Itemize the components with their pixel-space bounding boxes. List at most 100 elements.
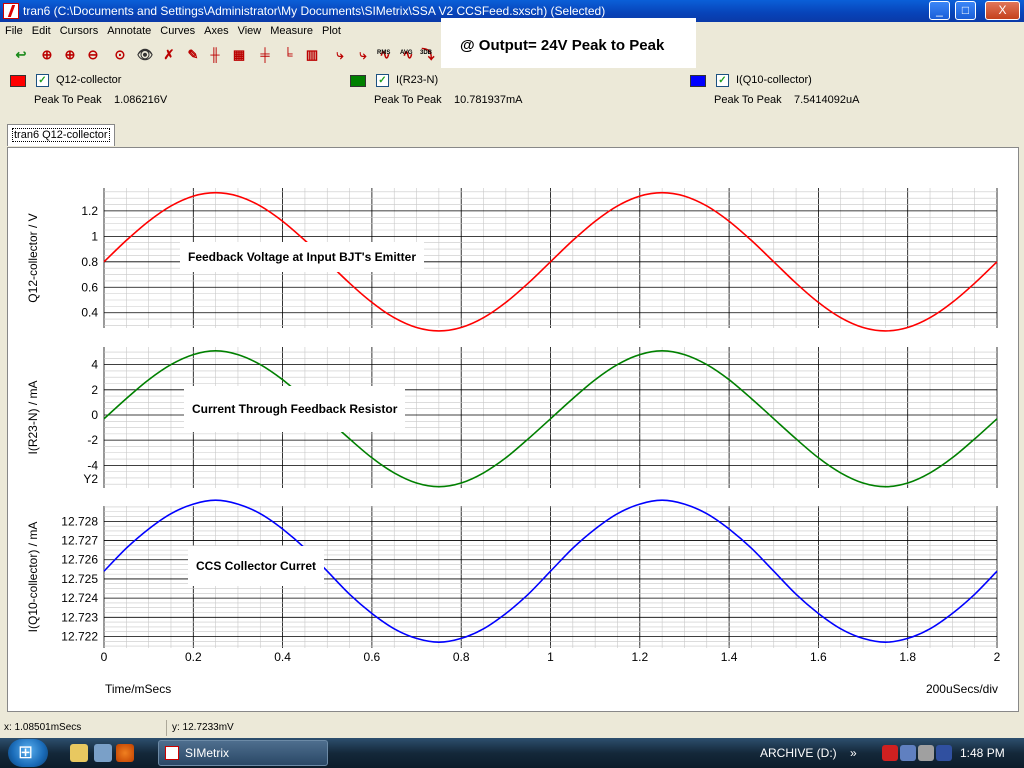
zoom-out-icon[interactable]: ⊖ <box>84 46 102 64</box>
delete-curve-icon[interactable]: ✗ <box>160 46 178 64</box>
tab-label: tran6 Q12-collector <box>12 128 110 142</box>
zoom-in-icon[interactable]: ⊕ <box>61 46 79 64</box>
y-tick-label: 1.2 <box>81 204 98 218</box>
measure-value-r23: 10.781937mA <box>454 94 523 106</box>
annotation-feedback-current[interactable]: Current Through Feedback Resistor <box>184 386 406 432</box>
measure-value-q10: 7.5414092uA <box>794 94 860 106</box>
task-label: SIMetrix <box>185 746 230 760</box>
menu-view[interactable]: View <box>233 22 266 37</box>
legend-checkbox-r23[interactable]: ✓ <box>376 74 389 87</box>
system-tray: ARCHIVE (D:) » <box>760 738 857 768</box>
avg-icon[interactable]: AVG ∿ <box>399 46 417 64</box>
xear-tray-icon[interactable] <box>936 745 952 761</box>
view-icon[interactable]: 👁 <box>136 46 154 64</box>
plot-panel[interactable]: 0.4 0.6 0.8 1 1.2 Q12-collector / V 4 2 0 -2 -4 Y2 I… <box>7 147 1019 712</box>
menu-plot[interactable]: Plot <box>317 22 345 37</box>
x-tick-label: 2 <box>994 650 1001 664</box>
cursor-x-readout: x: 1.08501mSecs <box>4 722 82 733</box>
legend-swatch-q10[interactable] <box>690 75 706 87</box>
volume-tray-icon[interactable] <box>918 745 934 761</box>
y-tick-label: 0.6 <box>81 280 98 294</box>
y-tick-label: 12.722 <box>61 629 98 643</box>
x-tick-label: 0.2 <box>185 650 202 664</box>
legend-checkbox-q12[interactable]: ✓ <box>36 74 49 87</box>
grid-icon[interactable]: ╪ <box>256 46 274 64</box>
x-tick-label: 0.4 <box>274 650 291 664</box>
curve-legend: ✓ Q12-collector Peak To Peak 1.086216V ✓… <box>0 68 1024 120</box>
y-tick-label: 12.724 <box>61 591 98 605</box>
y-tick-label: 12.726 <box>61 553 98 567</box>
network-tray-icon[interactable] <box>900 745 916 761</box>
legend-name-q10: I(Q10-collector) <box>736 74 812 86</box>
menu-annotate[interactable]: Annotate <box>102 22 155 37</box>
documents-icon[interactable] <box>94 744 112 762</box>
y-tick-label: 0.8 <box>81 255 98 269</box>
axis-icon[interactable]: ╘ <box>279 46 297 64</box>
explorer-icon[interactable] <box>70 744 88 762</box>
undo-icon[interactable]: ↩ <box>12 46 30 64</box>
rms-icon[interactable]: RMS ∿ <box>376 46 394 64</box>
legend-name-r23: I(R23-N) <box>396 74 439 86</box>
status-bar: x: 1.08501mSecs y: 12.7233mV <box>0 718 1024 738</box>
3db-low-icon[interactable]: 3DB ⤵ <box>419 46 437 64</box>
fall-time-icon[interactable]: ⤷ <box>354 46 372 64</box>
y2-axis-label: Y2 <box>83 472 98 486</box>
y-tick-label: 12.725 <box>61 572 98 586</box>
zoom-full-icon[interactable]: ⊕ <box>38 46 56 64</box>
rise-time-icon[interactable]: ⤷ <box>331 46 349 64</box>
status-divider <box>166 720 167 736</box>
y-tick-label: 4 <box>91 358 98 372</box>
menu-edit[interactable]: Edit <box>27 22 55 37</box>
y-tick-label: -4 <box>87 458 98 472</box>
tab-tran6-q12[interactable]: tran6 Q12-collector <box>7 124 115 146</box>
taskbar: SIMetrix ARCHIVE (D:) » 1:48 PM <box>0 738 1024 768</box>
toolbar-chevron-icon[interactable]: » <box>850 746 857 760</box>
firefox-icon[interactable] <box>116 744 134 762</box>
annotation-feedback-voltage[interactable]: Feedback Voltage at Input BJT's Emitter <box>180 242 425 272</box>
y-tick-label: 1 <box>91 229 98 243</box>
new-grid-icon[interactable]: ▥ <box>303 46 321 64</box>
cursor-y-readout: y: 12.7233mV <box>172 722 234 733</box>
y-tick-label: -2 <box>87 433 98 447</box>
output-note: @ Output= 24V Peak to Peak <box>441 18 696 73</box>
zoom-box-icon[interactable]: ⊙ <box>111 46 129 64</box>
menu-curves[interactable]: Curves <box>155 22 199 37</box>
y-tick-label: 12.728 <box>61 514 98 528</box>
clock[interactable]: 1:48 PM <box>960 738 1005 768</box>
x-axis-label: Time/mSecs <box>105 682 171 696</box>
menu-axes[interactable]: Axes <box>199 22 232 37</box>
annotation-ccs-current[interactable]: CCS Collector Curret <box>188 546 325 586</box>
x-tick-label: 1.8 <box>899 650 916 664</box>
close-button[interactable]: X <box>985 1 1020 20</box>
add-cursor-icon[interactable]: ╫ <box>206 46 224 64</box>
minimize-button[interactable]: _ <box>929 1 950 20</box>
x-tick-label: 1.6 <box>810 650 827 664</box>
simetrix-app-icon[interactable] <box>3 3 19 19</box>
maximize-button[interactable]: □ <box>955 1 976 20</box>
legend-swatch-r23[interactable] <box>350 75 366 87</box>
y-tick-label: 0 <box>91 408 98 422</box>
simetrix-task-icon <box>165 746 179 760</box>
toolbar: ↩ ⊕ ⊕ ⊖ ⊙ 👁 ✗ ✎ ╫ ▦ ╪ ╘ ▥ ⤷ ⤷ RMS ∿ AVG ∿ 3DB ⤵ <box>0 42 440 68</box>
taskbar-task-simetrix[interactable]: SIMetrix <box>158 740 328 766</box>
menu-cursors[interactable]: Cursors <box>55 22 103 37</box>
legend-checkbox-q10[interactable]: ✓ <box>716 74 729 87</box>
waveform-plot[interactable]: 0.4 0.6 0.8 1 1.2 Q12-collector / V 4 2 0 -2 -4Y2 I… <box>8 148 1018 711</box>
ccleaner-tray-icon[interactable] <box>882 745 898 761</box>
y-axis-label: Q12-collector / V <box>26 213 40 302</box>
graph-tab-row: tran6 Q12-collector <box>0 120 1024 147</box>
cursor-settings-icon[interactable]: ▦ <box>230 46 248 64</box>
y-tick-label: 2 <box>91 383 98 397</box>
y-tick-label: 12.723 <box>61 610 98 624</box>
legend-swatch-q12[interactable] <box>10 75 26 87</box>
start-button[interactable] <box>8 739 48 767</box>
measure-value-q12: 1.086216V <box>114 94 168 106</box>
menu-measure[interactable]: Measure <box>265 22 317 37</box>
abc-label-icon[interactable]: ✎ <box>184 46 202 64</box>
drive-toolbar-label[interactable]: ARCHIVE (D:) <box>760 746 837 760</box>
x-tick-label: 0.6 <box>364 650 381 664</box>
x-tick-label: 0 <box>101 650 108 664</box>
y-tick-label: 0.4 <box>81 306 98 320</box>
menu-file[interactable]: File <box>0 22 27 37</box>
legend-name-q12: Q12-collector <box>56 74 122 86</box>
